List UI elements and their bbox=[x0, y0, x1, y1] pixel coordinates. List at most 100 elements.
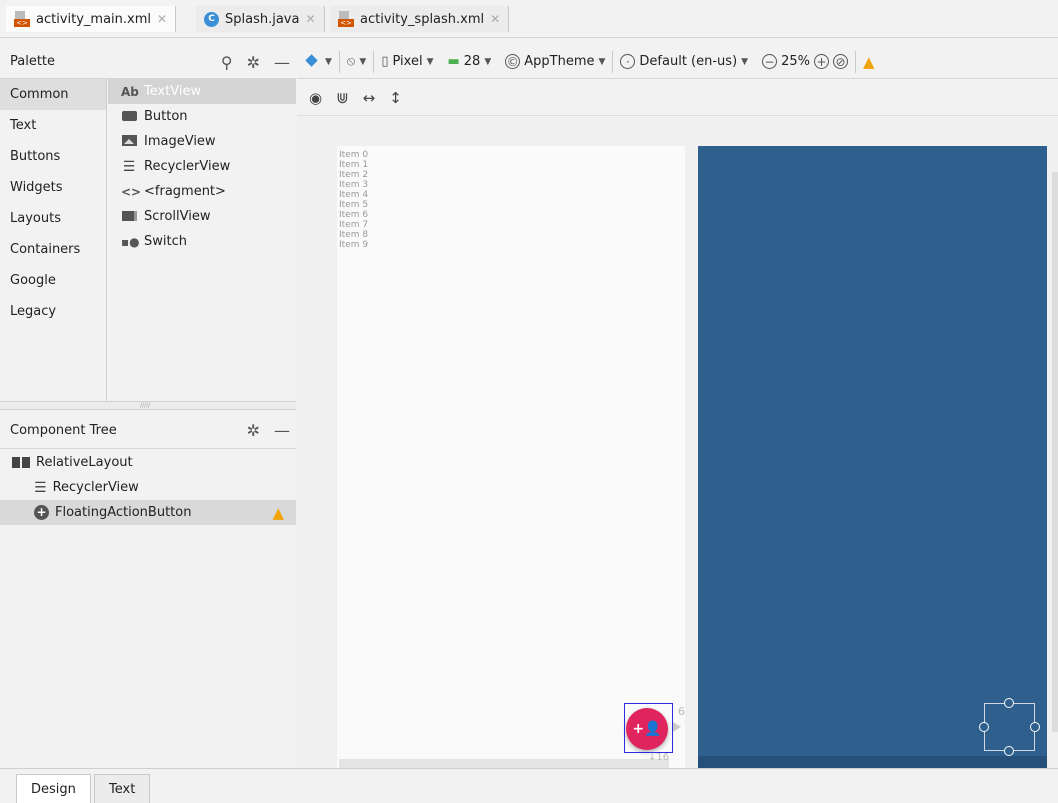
warning-icon: ▲ bbox=[862, 52, 875, 71]
tab-label: Splash.java bbox=[225, 11, 300, 27]
list-item: Item 9 bbox=[339, 240, 369, 250]
category-layouts[interactable]: Layouts bbox=[0, 203, 106, 234]
switch-icon: ▪● bbox=[121, 234, 140, 249]
blueprint-view[interactable] bbox=[698, 146, 1047, 768]
zoom-controls: − 25% + ⊘ bbox=[755, 45, 855, 79]
orientation-dropdown[interactable]: ⦸ ▼ bbox=[340, 45, 373, 79]
expand-vertical-icon[interactable]: ↕ bbox=[389, 89, 402, 107]
api-label: 28 bbox=[463, 54, 481, 69]
component-tree-header: Component Tree ✲ — bbox=[0, 413, 296, 449]
widget-label: Button bbox=[144, 109, 188, 124]
category-text[interactable]: Text bbox=[0, 110, 106, 141]
tab-label: activity_main.xml bbox=[36, 11, 152, 27]
tab-splash-java[interactable]: C Splash.java ✕ bbox=[196, 6, 325, 32]
resize-handle-icon[interactable] bbox=[1004, 698, 1014, 708]
design-toolbar: ▼ ⦸ ▼ ▯ Pixel ▼ ▬ 28 ▼ © AppTheme ▼ · Defaul… bbox=[297, 45, 1058, 79]
device-dropdown[interactable]: ▯ Pixel ▼ bbox=[374, 45, 440, 79]
magnet-icon[interactable]: ⋓ bbox=[336, 89, 349, 107]
recyclerview-preview[interactable]: Item 0 Item 1 Item 2 Item 3 Item 4 Item … bbox=[339, 150, 368, 250]
tree-node-recyclerview[interactable]: ☰ RecyclerView bbox=[0, 475, 296, 500]
widget-recyclerview[interactable]: ☰ RecyclerView bbox=[108, 154, 296, 179]
margin-bottom-label: ↓16 bbox=[648, 752, 670, 763]
widget-textview[interactable]: Ab TextView bbox=[108, 79, 296, 104]
gear-icon[interactable]: ✲ bbox=[247, 53, 260, 72]
warning-icon[interactable]: ▲ bbox=[272, 504, 284, 522]
android-icon: ▬ bbox=[447, 54, 460, 69]
design-subtoolbar: ◉ ⋓ ↔ ↕ bbox=[297, 80, 1058, 116]
resize-handle-icon[interactable] bbox=[1030, 722, 1040, 732]
palette-widgets: Ab TextView Button ImageView ☰ RecyclerV… bbox=[108, 79, 296, 254]
palette-panel: Common Text Buttons Widgets Layouts Cont… bbox=[0, 79, 296, 401]
selection-box[interactable] bbox=[624, 703, 673, 753]
close-icon[interactable]: ✕ bbox=[305, 12, 315, 26]
locale-dropdown[interactable]: · Default (en-us) ▼ bbox=[613, 45, 755, 79]
xml-file-icon bbox=[338, 11, 354, 27]
panel-splitter[interactable]: ///// bbox=[0, 401, 296, 410]
widget-scrollview[interactable]: ScrollView bbox=[108, 204, 296, 229]
category-legacy[interactable]: Legacy bbox=[0, 296, 106, 327]
list-item: Item 2 bbox=[339, 170, 369, 180]
widget-imageview[interactable]: ImageView bbox=[108, 129, 296, 154]
api-dropdown[interactable]: ▬ 28 ▼ bbox=[440, 45, 498, 79]
close-icon[interactable]: ✕ bbox=[157, 12, 167, 26]
widget-label: RecyclerView bbox=[144, 159, 231, 174]
tab-activity-main[interactable]: activity_main.xml ✕ bbox=[6, 6, 177, 32]
tree-node-fab[interactable]: + FloatingActionButton ▲ bbox=[0, 500, 296, 525]
expand-horizontal-icon[interactable]: ↔ bbox=[363, 89, 376, 107]
palette-categories: Common Text Buttons Widgets Layouts Cont… bbox=[0, 79, 107, 401]
zoom-out-icon[interactable]: − bbox=[762, 54, 778, 69]
minimize-icon[interactable]: — bbox=[274, 421, 290, 440]
eye-icon[interactable]: ◉ bbox=[309, 89, 322, 107]
widget-switch[interactable]: ▪● Switch bbox=[108, 229, 296, 254]
device-label: Pixel bbox=[392, 54, 423, 69]
category-common[interactable]: Common bbox=[0, 79, 106, 110]
button-icon bbox=[121, 110, 137, 124]
close-icon[interactable]: ✕ bbox=[490, 12, 500, 26]
tab-design[interactable]: Design bbox=[16, 774, 91, 803]
design-surface-dropdown[interactable]: ▼ bbox=[297, 45, 339, 79]
zoom-in-icon[interactable]: + bbox=[813, 54, 829, 69]
category-widgets[interactable]: Widgets bbox=[0, 172, 106, 203]
list-icon: ☰ bbox=[122, 158, 136, 175]
tree-node-label: RecyclerView bbox=[52, 480, 139, 495]
globe-icon: · bbox=[620, 54, 636, 69]
canvas-vertical-scrollbar[interactable] bbox=[1052, 172, 1058, 732]
widget-label: ImageView bbox=[144, 134, 216, 149]
widget-label: Switch bbox=[144, 234, 187, 249]
tab-text[interactable]: Text bbox=[94, 774, 151, 803]
fragment-icon: <> bbox=[121, 184, 142, 199]
tree-node-relativelayout[interactable]: RelativeLayout bbox=[0, 450, 296, 475]
design-canvas[interactable]: Item 0 Item 1 Item 2 Item 3 Item 4 Item … bbox=[297, 117, 1058, 768]
category-google[interactable]: Google bbox=[0, 265, 106, 296]
image-icon bbox=[121, 134, 137, 149]
widget-fragment[interactable]: <> <fragment> bbox=[108, 179, 296, 204]
tab-label: activity_splash.xml bbox=[360, 11, 485, 27]
list-item: Item 7 bbox=[339, 220, 369, 230]
warnings-button[interactable]: ▲ bbox=[856, 45, 882, 79]
list-icon: ☰ bbox=[34, 479, 47, 496]
zoom-fit-icon[interactable]: ⊘ bbox=[832, 54, 848, 69]
widget-button[interactable]: Button bbox=[108, 104, 296, 129]
list-item: Item 4 bbox=[339, 190, 369, 200]
resize-handle-icon[interactable] bbox=[1004, 746, 1014, 756]
list-item: Item 5 bbox=[339, 200, 369, 210]
blueprint-selection-box[interactable] bbox=[984, 703, 1035, 751]
list-item: Item 0 bbox=[339, 150, 369, 160]
design-scrollbar[interactable] bbox=[339, 759, 669, 768]
gear-icon[interactable]: ✲ bbox=[247, 421, 260, 440]
category-buttons[interactable]: Buttons bbox=[0, 141, 106, 172]
resize-handle-icon[interactable] bbox=[979, 722, 989, 732]
theme-dropdown[interactable]: © AppTheme ▼ bbox=[498, 45, 612, 79]
search-icon[interactable]: ⚲ bbox=[221, 53, 233, 72]
widget-label: TextView bbox=[144, 84, 202, 99]
minimize-icon[interactable]: — bbox=[274, 53, 290, 72]
margin-right-label: 6 bbox=[678, 705, 685, 718]
tab-activity-splash[interactable]: activity_splash.xml ✕ bbox=[330, 6, 510, 32]
palette-title: Palette bbox=[10, 54, 56, 69]
xml-file-icon bbox=[14, 11, 30, 27]
category-containers[interactable]: Containers bbox=[0, 234, 106, 265]
locale-label: Default (en-us) bbox=[639, 54, 738, 69]
editor-mode-tabs: Design Text bbox=[0, 768, 1058, 803]
palette-header: Palette ⚲ ✲ — bbox=[0, 45, 296, 79]
design-view[interactable]: Item 0 Item 1 Item 2 Item 3 Item 4 Item … bbox=[337, 146, 685, 768]
